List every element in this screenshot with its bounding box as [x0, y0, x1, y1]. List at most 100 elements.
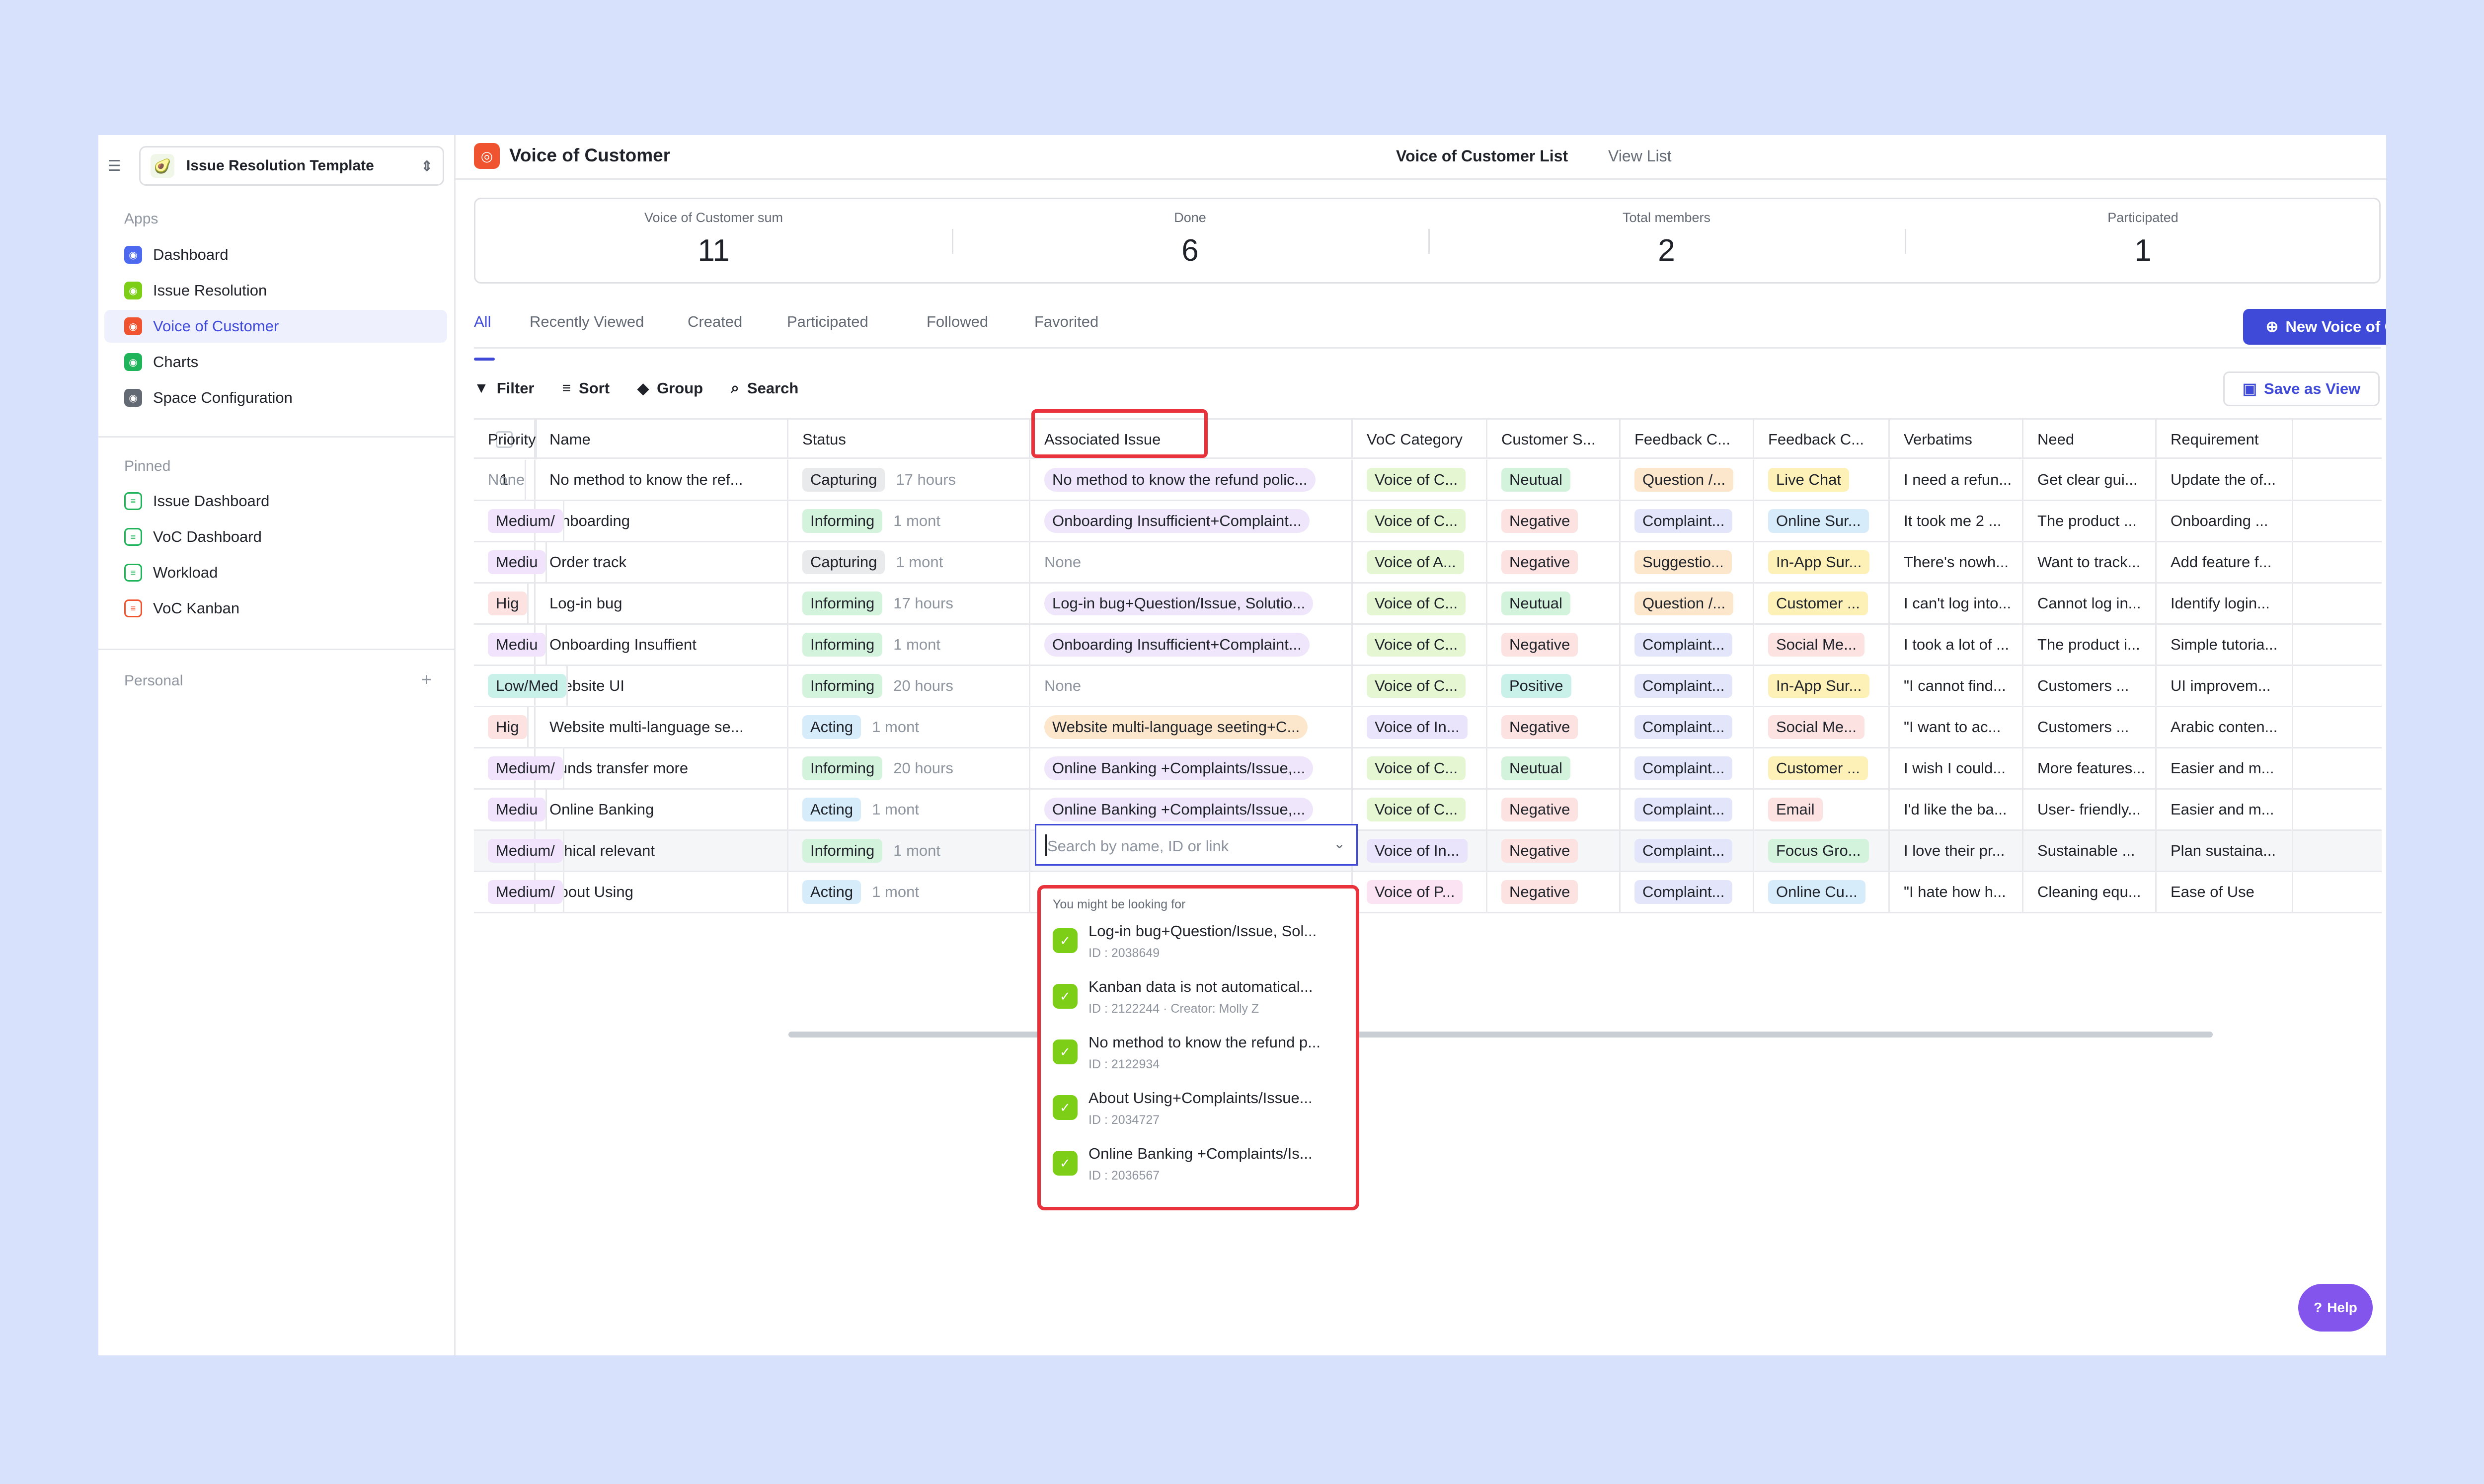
table-cell[interactable]: Online Banking — [536, 790, 788, 829]
table-cell[interactable]: Mediu — [474, 542, 547, 582]
add-personal-icon[interactable]: + — [421, 669, 432, 690]
table-cell[interactable]: Voice of In... — [1353, 707, 1487, 747]
table-cell[interactable]: None — [474, 460, 527, 500]
horizontal-scrollbar[interactable] — [788, 1032, 2213, 1038]
table-cell[interactable]: None — [1030, 542, 1353, 582]
table-row[interactable]: 2OnboardingInforming1 montOnboarding Ins… — [474, 501, 2382, 542]
table-cell[interactable]: Positive — [1487, 666, 1621, 706]
table-cell[interactable]: Informing 1 mont — [788, 831, 1030, 871]
table-cell[interactable]: Question /... — [1621, 584, 1754, 623]
table-row[interactable]: 5Onboarding InsuffientInforming1 montOnb… — [474, 625, 2382, 666]
table-cell[interactable]: Complaint... — [1621, 625, 1754, 665]
table-cell[interactable]: Simple tutoria... — [2157, 625, 2293, 665]
table-cell[interactable]: In-App Sur... — [1754, 542, 1890, 582]
column-header[interactable]: Status — [788, 420, 1030, 459]
table-cell[interactable]: "I want to ac... — [1890, 707, 2023, 747]
table-cell[interactable]: Onboarding — [536, 501, 788, 541]
table-cell[interactable]: Acting 1 mont — [788, 790, 1030, 829]
column-header[interactable]: Customer S... — [1487, 420, 1621, 459]
table-row[interactable]: 11About UsingActing1 montVoice of P...Ne… — [474, 872, 2382, 913]
table-cell[interactable]: Informing 20 hours — [788, 748, 1030, 788]
table-cell[interactable]: Voice of C... — [1353, 666, 1487, 706]
table-cell[interactable]: Online Banking +Complaints/Issue,... — [1030, 790, 1353, 829]
table-cell[interactable]: Email — [1754, 790, 1890, 829]
table-cell[interactable]: I took a lot of ... — [1890, 625, 2023, 665]
table-cell[interactable]: Mediu — [474, 625, 547, 665]
table-cell[interactable]: Acting 1 mont — [788, 872, 1030, 912]
table-cell[interactable]: Order track — [536, 542, 788, 582]
table-cell[interactable]: Medium/ — [474, 501, 564, 541]
suggestion-item[interactable]: ✓ Kanban data is not automatical... ID : 2… — [1053, 974, 1341, 1024]
table-cell[interactable]: Ease of Use — [2157, 872, 2293, 912]
table-cell[interactable]: Online Sur... — [1754, 501, 1890, 541]
sidebar-item-workload[interactable]: ≡ Workload — [104, 556, 447, 589]
table-cell[interactable]: Complaint... — [1621, 831, 1754, 871]
column-header[interactable]: VoC Category — [1353, 420, 1487, 459]
tab-all[interactable]: All — [474, 313, 495, 361]
table-cell[interactable]: Add feature f... — [2157, 542, 2293, 582]
table-cell[interactable]: Arabic conten... — [2157, 707, 2293, 747]
table-cell[interactable]: Complaint... — [1621, 748, 1754, 788]
table-cell[interactable]: Onboarding Insufficient+Complaint... — [1030, 501, 1353, 541]
table-row[interactable]: 8Funds transfer moreInforming20 hoursOnl… — [474, 748, 2382, 790]
table-cell[interactable]: Website multi-language seeting+C... — [1030, 707, 1353, 747]
table-cell[interactable]: Negative — [1487, 707, 1621, 747]
sidebar-item-voice-of-customer[interactable]: ◉ Voice of Customer — [104, 310, 447, 343]
table-cell[interactable]: Neutual — [1487, 460, 1621, 500]
column-header[interactable]: Priority — [474, 420, 538, 459]
table-cell[interactable]: Suggestio... — [1621, 542, 1754, 582]
filter-button[interactable]: ▼ Filter — [474, 379, 535, 397]
chevron-down-icon[interactable]: ⌄ — [1334, 835, 1345, 852]
table-cell[interactable]: Capturing 17 hours — [788, 460, 1030, 500]
tab-created[interactable]: Created — [688, 313, 742, 331]
table-cell[interactable]: Informing 1 mont — [788, 501, 1030, 541]
table-cell[interactable]: Negative — [1487, 501, 1621, 541]
table-cell[interactable]: Onboarding Insuffient — [536, 625, 788, 665]
new-voc-button[interactable]: ⊕ New Voice of Customer — [2243, 309, 2386, 345]
table-cell[interactable]: No method to know the ref... — [536, 460, 788, 500]
column-header[interactable]: Feedback C... — [1621, 420, 1754, 459]
table-row[interactable]: 7Website multi-language se...Acting1 mon… — [474, 707, 2382, 748]
table-cell[interactable]: Negative — [1487, 872, 1621, 912]
table-row[interactable]: 4Log-in bugInforming17 hoursLog-in bug+Q… — [474, 584, 2382, 625]
table-cell[interactable]: Funds transfer more — [536, 748, 788, 788]
table-cell[interactable]: Complaint... — [1621, 872, 1754, 912]
table-cell[interactable]: Voice of C... — [1353, 501, 1487, 541]
table-cell[interactable]: Question /... — [1621, 460, 1754, 500]
table-cell[interactable]: Customer ... — [1754, 584, 1890, 623]
table-cell[interactable]: No method to know the refund polic... — [1030, 460, 1353, 500]
table-cell[interactable]: Online Banking +Complaints/Issue,... — [1030, 748, 1353, 788]
table-cell[interactable]: Complaint... — [1621, 790, 1754, 829]
table-cell[interactable]: Voice of In... — [1353, 831, 1487, 871]
table-cell[interactable]: The product ... — [2023, 501, 2157, 541]
table-cell[interactable]: Update the of... — [2157, 460, 2293, 500]
table-cell[interactable]: Complaint... — [1621, 666, 1754, 706]
tab-participated[interactable]: Participated — [787, 313, 868, 331]
table-cell[interactable]: Log-in bug — [536, 584, 788, 623]
table-cell[interactable]: More features... — [2023, 748, 2157, 788]
table-cell[interactable]: Informing 1 mont — [788, 625, 1030, 665]
suggestion-item[interactable]: ✓ About Using+Complaints/Issue... ID : 203… — [1053, 1085, 1341, 1135]
help-button[interactable]: ? Help — [2298, 1284, 2373, 1332]
table-cell[interactable]: Want to track... — [2023, 542, 2157, 582]
table-cell[interactable]: Sustainable ... — [2023, 831, 2157, 871]
table-cell[interactable]: Voice of C... — [1353, 584, 1487, 623]
table-cell[interactable]: Identify login... — [2157, 584, 2293, 623]
table-cell[interactable]: Hig — [474, 707, 529, 747]
table-cell[interactable]: Ethical relevant — [536, 831, 788, 871]
table-cell[interactable]: UI improvem... — [2157, 666, 2293, 706]
sidebar-item-voc-kanban[interactable]: ≡ VoC Kanban — [104, 592, 447, 625]
table-cell[interactable]: Neutual — [1487, 748, 1621, 788]
table-cell[interactable]: Social Me... — [1754, 707, 1890, 747]
table-row[interactable]: 10Ethical relevantInforming1 montVoice o… — [474, 831, 2382, 872]
table-cell[interactable]: Complaint... — [1621, 501, 1754, 541]
table-cell[interactable]: Negative — [1487, 831, 1621, 871]
table-cell[interactable]: The product i... — [2023, 625, 2157, 665]
table-cell[interactable]: Neutual — [1487, 584, 1621, 623]
table-cell[interactable]: Log-in bug+Question/Issue, Solutio... — [1030, 584, 1353, 623]
table-cell[interactable]: I love their pr... — [1890, 831, 2023, 871]
search-button[interactable]: ⌕ Search — [731, 379, 798, 397]
suggestion-item[interactable]: ✓ No method to know the refund p... ID : 2… — [1053, 1030, 1341, 1079]
sort-button[interactable]: ≡ Sort — [562, 379, 610, 397]
table-cell[interactable]: Website multi-language se... — [536, 707, 788, 747]
